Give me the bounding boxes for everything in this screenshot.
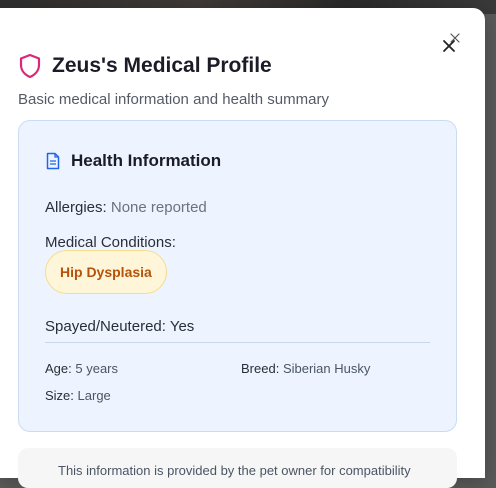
document-icon (46, 152, 60, 170)
dialog-subtitle: Basic medical information and health sum… (18, 91, 329, 108)
size-value: Large (77, 388, 111, 403)
breed-label: Breed: (241, 361, 280, 376)
close-button[interactable] (435, 32, 463, 60)
shield-icon (19, 53, 41, 79)
spayed-value: Yes (169, 318, 195, 335)
allergies-row: Allergies: None reported (45, 199, 207, 216)
health-information-card: Health Information Allergies: None repor… (18, 120, 457, 432)
breed-value: Siberian Husky (282, 361, 371, 376)
size-label: Size: (45, 388, 74, 403)
age-row: Age: 5 years (45, 361, 118, 376)
card-divider (45, 342, 430, 343)
conditions-label: Medical Conditions: (45, 234, 176, 251)
condition-badge: Hip Dysplasia (45, 250, 167, 294)
allergies-value: None reported (110, 199, 207, 216)
dialog-title: Zeus's Medical Profile (52, 54, 272, 77)
spayed-label: Spayed/Neutered: (45, 318, 166, 335)
footer-note: This information is provided by the pet … (58, 463, 411, 478)
age-value: 5 years (75, 361, 119, 376)
card-title: Health Information (71, 151, 222, 170)
footer-note-box: This information is provided by the pet … (18, 448, 457, 488)
card-header: Health Information (45, 151, 221, 171)
close-icon (443, 33, 460, 52)
size-row: Size: Large (45, 388, 111, 403)
dialog-header: Zeus's Medical Profile (18, 52, 272, 80)
allergies-label: Allergies: (45, 199, 107, 216)
medical-profile-dialog: Zeus's Medical Profile Basic medical inf… (0, 8, 485, 488)
breed-row: Breed: Siberian Husky (241, 361, 370, 376)
spayed-row: Spayed/Neutered: Yes (45, 318, 194, 335)
age-label: Age: (45, 361, 72, 376)
